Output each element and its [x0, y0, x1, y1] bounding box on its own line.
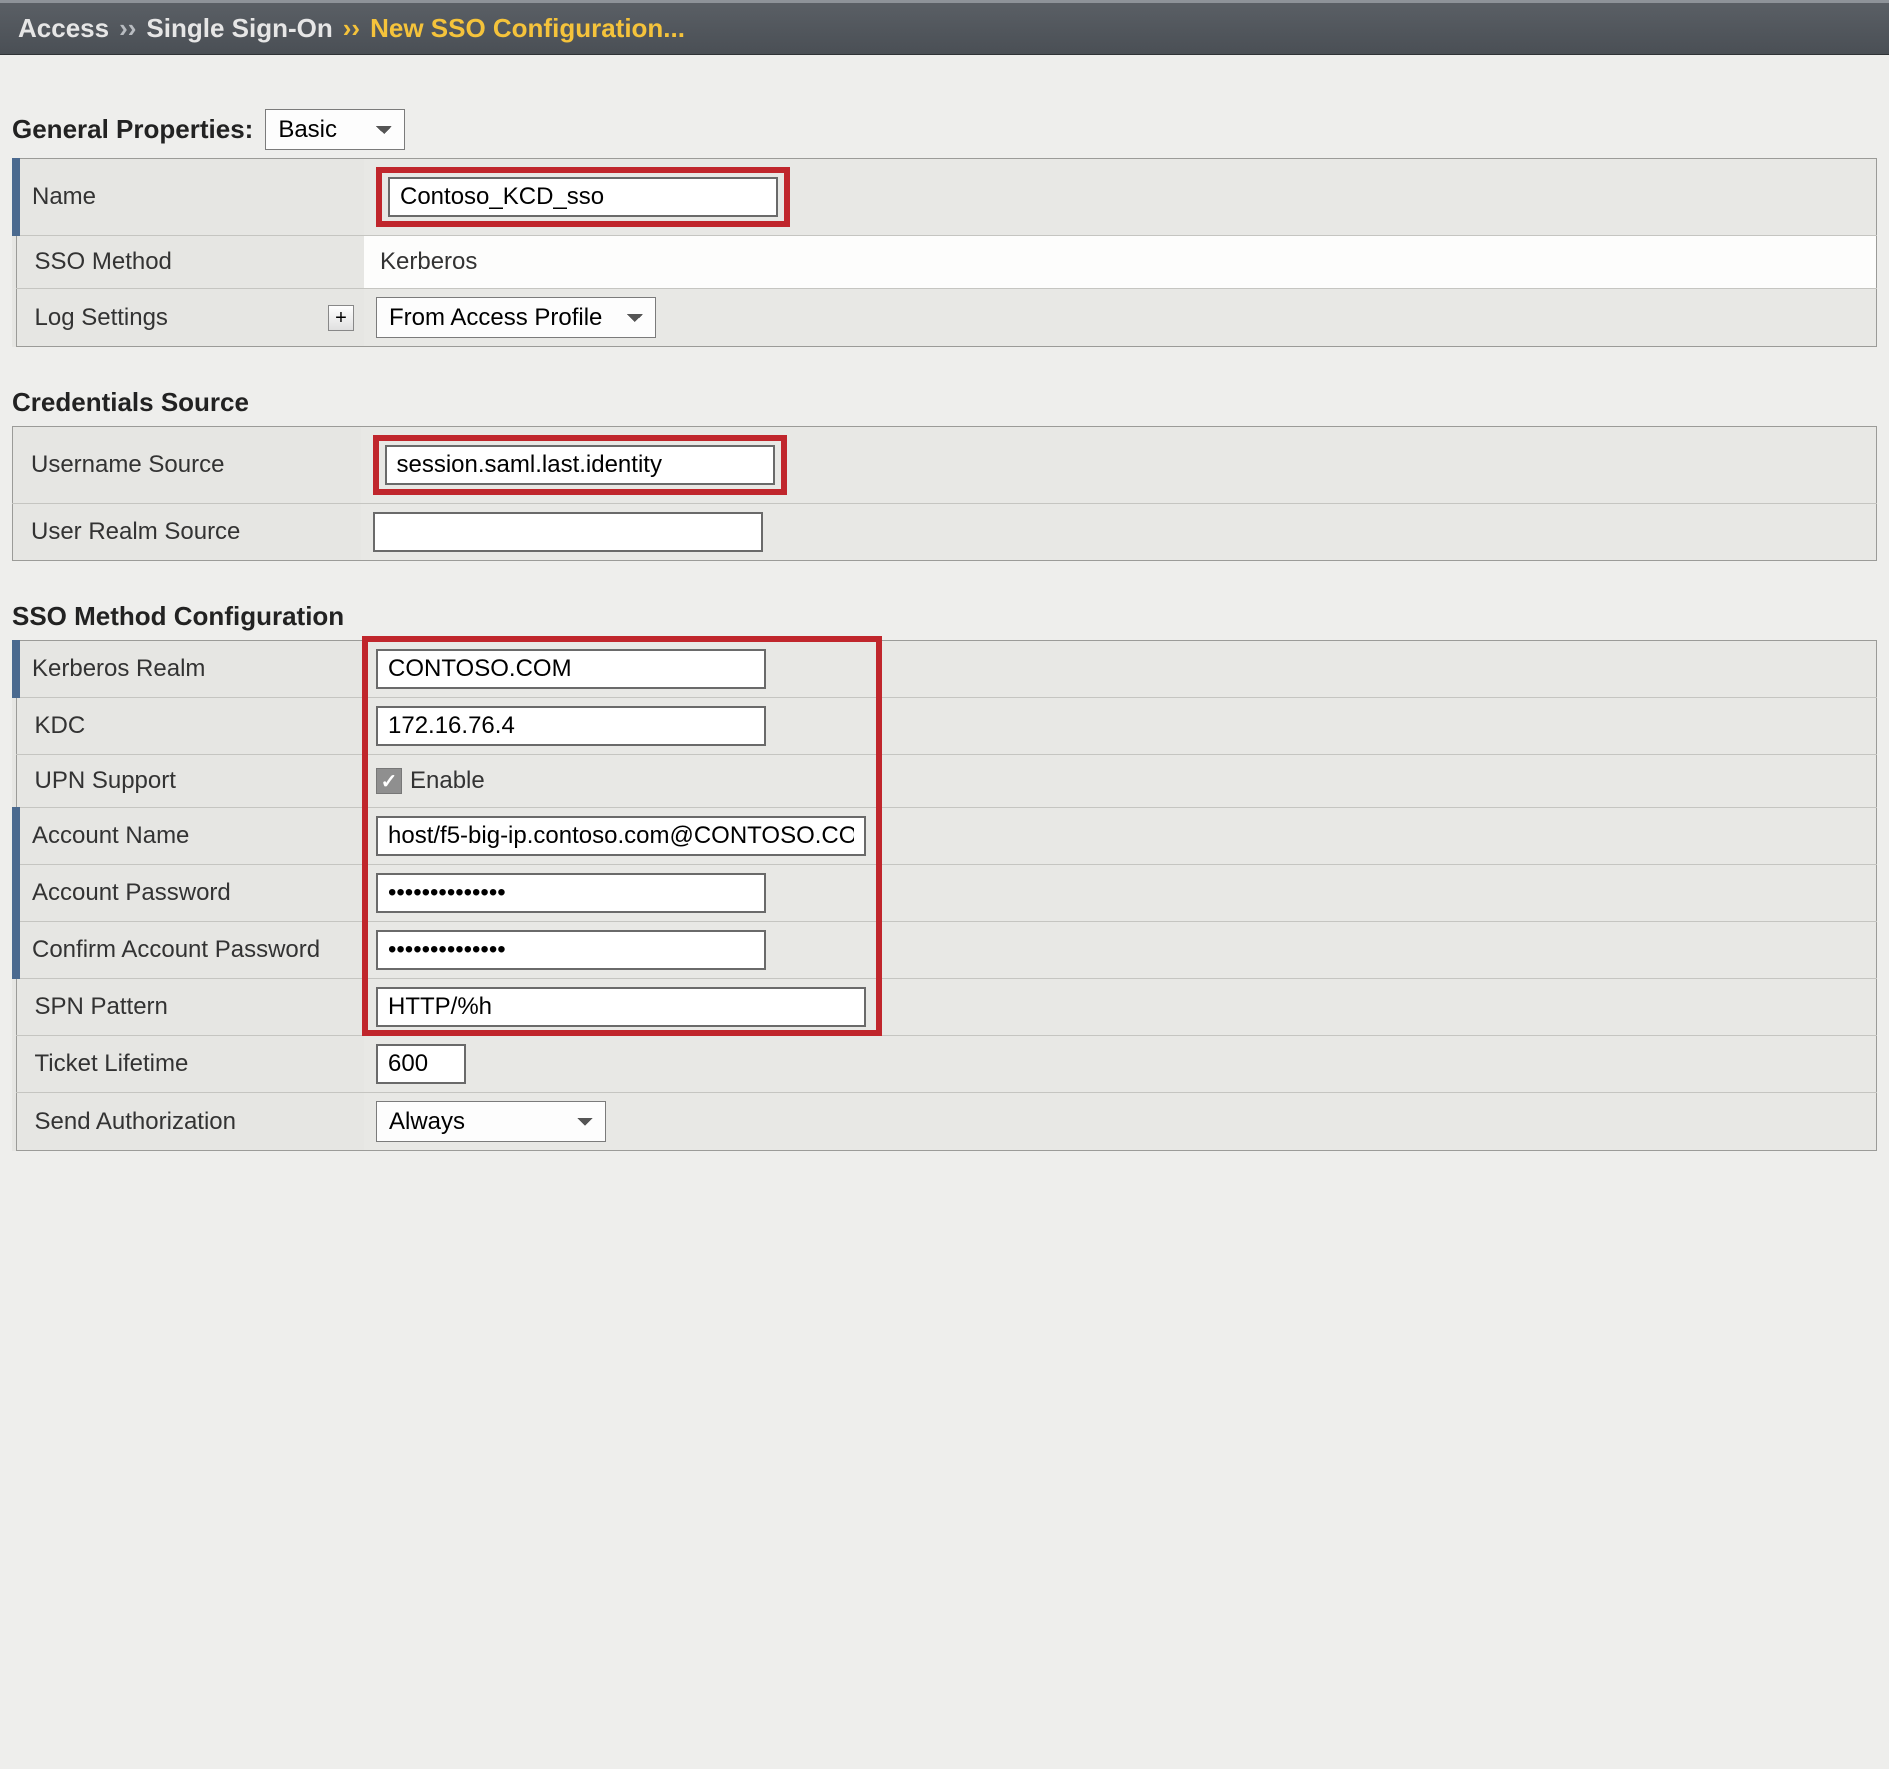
- kerberos-realm-input[interactable]: [376, 649, 766, 689]
- ticket-lifetime-input[interactable]: [376, 1044, 466, 1084]
- row-ticket-lifetime: Ticket Lifetime: [16, 1036, 1877, 1093]
- chevron-icon: ››: [343, 13, 360, 44]
- row-send-authorization: Send Authorization Always: [16, 1093, 1877, 1151]
- row-username-source: Username Source: [13, 427, 1877, 504]
- label-account-name: Account Name: [16, 808, 364, 865]
- username-source-input[interactable]: [385, 445, 775, 485]
- row-log-settings: Log Settings + From Access Profile: [16, 289, 1877, 347]
- account-name-input[interactable]: [376, 816, 866, 856]
- label-account-password: Account Password: [16, 865, 364, 922]
- upn-enable-label: Enable: [410, 767, 485, 795]
- breadcrumb: Access ›› Single Sign-On ›› New SSO Conf…: [0, 0, 1889, 55]
- view-mode-select[interactable]: Basic: [265, 109, 405, 150]
- label-kerberos-realm: Kerberos Realm: [16, 641, 364, 698]
- account-password-input[interactable]: [376, 873, 766, 913]
- kdc-input[interactable]: [376, 706, 766, 746]
- spn-pattern-input[interactable]: [376, 987, 866, 1027]
- label-user-realm-source: User Realm Source: [13, 504, 361, 561]
- general-properties-table: Name SSO Method Kerberos Log Settings +: [12, 158, 1877, 347]
- row-spn-pattern: SPN Pattern: [16, 979, 1877, 1036]
- breadcrumb-item-sso[interactable]: Single Sign-On: [146, 13, 332, 44]
- row-user-realm-source: User Realm Source: [13, 504, 1877, 561]
- section-title-method: SSO Method Configuration: [12, 601, 344, 632]
- row-confirm-password: Confirm Account Password: [16, 922, 1877, 979]
- label-sso-method: SSO Method: [16, 236, 364, 289]
- confirm-password-input[interactable]: [376, 930, 766, 970]
- label-confirm-password: Confirm Account Password: [16, 922, 364, 979]
- label-send-authorization: Send Authorization: [16, 1093, 364, 1151]
- label-ticket-lifetime: Ticket Lifetime: [16, 1036, 364, 1093]
- highlight-username: [373, 435, 787, 495]
- row-kdc: KDC: [16, 698, 1877, 755]
- sso-method-config-table: Kerberos Realm KDC UPN Support ✓ Enable: [12, 640, 1877, 1151]
- send-authorization-select[interactable]: Always: [376, 1101, 606, 1142]
- section-title-general: General Properties:: [12, 114, 253, 145]
- row-name: Name: [16, 159, 1877, 236]
- chevron-icon: ››: [119, 13, 136, 44]
- section-title-credentials: Credentials Source: [12, 387, 249, 418]
- credentials-source-table: Username Source User Realm Source: [12, 426, 1877, 561]
- breadcrumb-item-access[interactable]: Access: [18, 13, 109, 44]
- label-upn-support: UPN Support: [16, 755, 364, 808]
- add-log-setting-button[interactable]: +: [328, 305, 354, 331]
- highlight-name: [376, 167, 790, 227]
- sso-method-value: Kerberos: [376, 248, 477, 275]
- label-kdc: KDC: [16, 698, 364, 755]
- row-account-password: Account Password: [16, 865, 1877, 922]
- upn-enable-checkbox[interactable]: ✓: [376, 768, 402, 794]
- row-kerberos-realm: Kerberos Realm: [16, 641, 1877, 698]
- label-log-settings: Log Settings +: [16, 289, 364, 347]
- label-username-source: Username Source: [13, 427, 361, 504]
- row-upn-support: UPN Support ✓ Enable: [16, 755, 1877, 808]
- log-settings-select[interactable]: From Access Profile: [376, 297, 656, 338]
- row-account-name: Account Name: [16, 808, 1877, 865]
- row-sso-method: SSO Method Kerberos: [16, 236, 1877, 289]
- label-name: Name: [16, 159, 364, 236]
- name-input[interactable]: [388, 177, 778, 217]
- user-realm-source-input[interactable]: [373, 512, 763, 552]
- breadcrumb-current: New SSO Configuration...: [370, 13, 685, 44]
- label-spn-pattern: SPN Pattern: [16, 979, 364, 1036]
- log-settings-label-text: Log Settings: [35, 304, 168, 332]
